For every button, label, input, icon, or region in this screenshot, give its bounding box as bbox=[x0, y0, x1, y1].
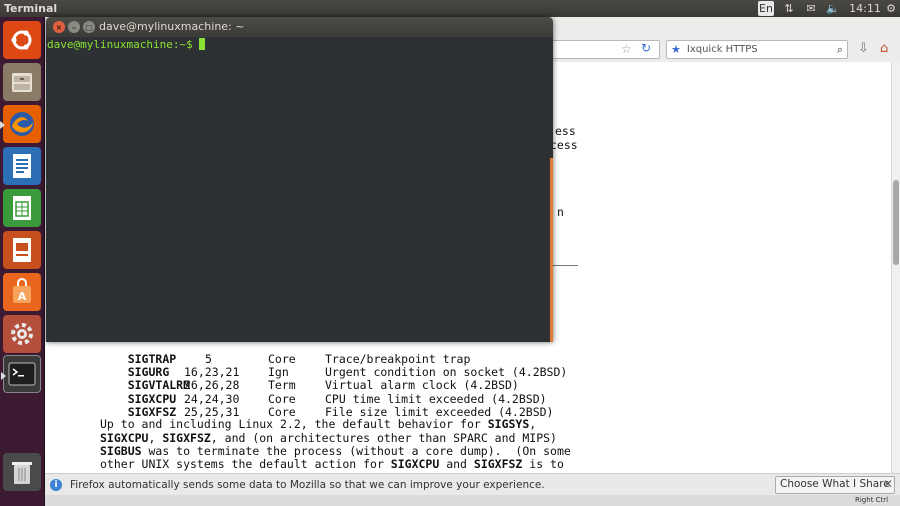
signal-comment: Virtual alarm clock (4.2BSD) bbox=[325, 378, 519, 392]
host-key-label: Right Ctrl bbox=[855, 496, 889, 504]
info-icon: i bbox=[50, 478, 62, 491]
page-scrollbar[interactable] bbox=[891, 62, 900, 473]
search-engine-icon[interactable]: ★ bbox=[671, 43, 681, 56]
system-settings-launcher-button[interactable] bbox=[3, 315, 41, 353]
text-fragment: cess bbox=[550, 138, 578, 152]
divider bbox=[550, 265, 578, 266]
paragraph-line: other UNIX systems the default action fo… bbox=[100, 457, 564, 472]
signal-value: 16,23,21 bbox=[184, 365, 240, 379]
signal-action: Ign bbox=[268, 365, 289, 379]
software-center-launcher-button[interactable]: A bbox=[3, 273, 41, 311]
text-run: , and (on architectures other than SPARC… bbox=[210, 431, 557, 445]
terminal-resize-edge[interactable] bbox=[550, 158, 553, 342]
signal-name: SIGXCPU bbox=[100, 431, 149, 445]
signal-value: 5 bbox=[205, 352, 212, 366]
impress-launcher-button[interactable] bbox=[3, 231, 41, 269]
signal-comment: Urgent condition on socket (4.2BSD) bbox=[325, 365, 568, 379]
text-run: and bbox=[439, 457, 474, 471]
paragraph-line: Up to and including Linux 2.2, the defau… bbox=[100, 417, 537, 432]
volume-icon[interactable]: 🔈 bbox=[825, 1, 841, 16]
trash-icon bbox=[12, 462, 32, 484]
signal-action: Term bbox=[268, 378, 296, 392]
text-run: other UNIX systems the default action fo… bbox=[100, 457, 391, 471]
running-indicator bbox=[0, 121, 5, 129]
text-run: , bbox=[529, 417, 537, 431]
download-icon[interactable]: ⇩ bbox=[858, 41, 869, 56]
trash-launcher-button[interactable] bbox=[3, 453, 41, 491]
vm-status-bar: Right Ctrl bbox=[45, 495, 900, 506]
search-icon[interactable]: ⌕ bbox=[837, 43, 843, 57]
signal-value: 24,24,30 bbox=[184, 392, 240, 406]
text-run: is to bbox=[522, 457, 564, 471]
scrollbar-thumb[interactable] bbox=[893, 180, 899, 265]
signal-comment: Trace/breakpoint trap bbox=[325, 352, 471, 366]
active-window-title: Terminal bbox=[4, 2, 58, 15]
terminal-body[interactable]: dave@mylinuxmachine:~$ bbox=[46, 37, 553, 342]
window-minimize-button[interactable]: – bbox=[68, 21, 80, 33]
text-fragment: ess bbox=[555, 124, 576, 138]
shopping-bag-icon: A bbox=[13, 278, 31, 303]
text-cursor bbox=[198, 38, 205, 50]
signal-name: SIGXFSZ bbox=[162, 431, 211, 445]
svg-text:A: A bbox=[18, 290, 27, 303]
signal-name: SIGBUS bbox=[100, 444, 142, 458]
top-panel: Terminal En ⇅ ✉ 🔈 14:11 ⚙ bbox=[0, 0, 900, 17]
calc-launcher-button[interactable] bbox=[3, 189, 41, 227]
messaging-icon[interactable]: ✉ bbox=[803, 1, 819, 16]
notification-message: Firefox automatically sends some data to… bbox=[70, 478, 545, 491]
signal-name: SIGXFSZ bbox=[473, 457, 523, 471]
settings-gears-icon bbox=[11, 323, 33, 345]
signal-action: Core bbox=[268, 352, 296, 366]
bookmark-star-icon[interactable]: ☆ bbox=[621, 42, 632, 56]
file-cabinet-icon bbox=[12, 73, 32, 92]
launcher: A bbox=[0, 17, 45, 506]
signal-value: 26,26,28 bbox=[184, 378, 240, 392]
text-run: Up to and including Linux 2.2, the defau… bbox=[100, 417, 488, 431]
text-fragment: n bbox=[557, 205, 564, 219]
search-input[interactable]: Ixquick HTTPS bbox=[687, 44, 758, 55]
firefox-launcher-button[interactable] bbox=[0, 105, 41, 143]
writer-document-icon bbox=[13, 154, 31, 178]
choose-what-i-share-button[interactable]: Choose What I Share bbox=[775, 476, 895, 494]
notification-bar: i Firefox automatically sends some data … bbox=[45, 473, 900, 495]
calc-spreadsheet-icon bbox=[13, 196, 31, 220]
signal-action: Core bbox=[268, 392, 296, 406]
dash-home-button[interactable] bbox=[3, 21, 41, 59]
terminal-launcher-button[interactable] bbox=[1, 355, 41, 393]
terminal-window[interactable]: × – □ dave@mylinuxmachine: ~ dave@mylinu… bbox=[46, 17, 553, 342]
signal-name: SIGSYS bbox=[487, 417, 530, 431]
signal-name: SIGXCPU bbox=[390, 457, 440, 471]
terminal-icon bbox=[8, 362, 36, 386]
window-close-button[interactable]: × bbox=[53, 21, 65, 33]
impress-presentation-icon bbox=[13, 238, 31, 262]
signal-comment: CPU time limit exceeded (4.2BSD) bbox=[325, 392, 547, 406]
shell-prompt: dave@mylinuxmachine:~$ bbox=[47, 38, 193, 51]
terminal-titlebar[interactable]: × – □ dave@mylinuxmachine: ~ bbox=[46, 17, 553, 37]
text-run: , bbox=[148, 431, 163, 445]
running-indicator bbox=[1, 372, 6, 380]
keyboard-language-indicator[interactable]: En bbox=[758, 1, 774, 16]
home-icon[interactable]: ⌂ bbox=[880, 41, 888, 56]
clock[interactable]: 14:11 bbox=[848, 1, 882, 16]
search-box[interactable]: ★ Ixquick HTTPS ⌕ bbox=[666, 40, 848, 59]
terminal-title: dave@mylinuxmachine: ~ bbox=[99, 20, 245, 33]
firefox-icon bbox=[10, 112, 34, 136]
window-maximize-button[interactable]: □ bbox=[83, 21, 95, 33]
system-menu-gear-icon[interactable]: ⚙ bbox=[884, 1, 898, 16]
writer-launcher-button[interactable] bbox=[3, 147, 41, 185]
files-launcher-button[interactable] bbox=[3, 63, 41, 101]
reload-icon[interactable]: ↻ bbox=[641, 41, 651, 55]
close-icon[interactable]: ✕ bbox=[883, 477, 893, 491]
network-icon[interactable]: ⇅ bbox=[781, 1, 797, 16]
ubuntu-logo-icon bbox=[11, 30, 32, 50]
text-run: was to terminate the process (without a … bbox=[141, 444, 571, 458]
